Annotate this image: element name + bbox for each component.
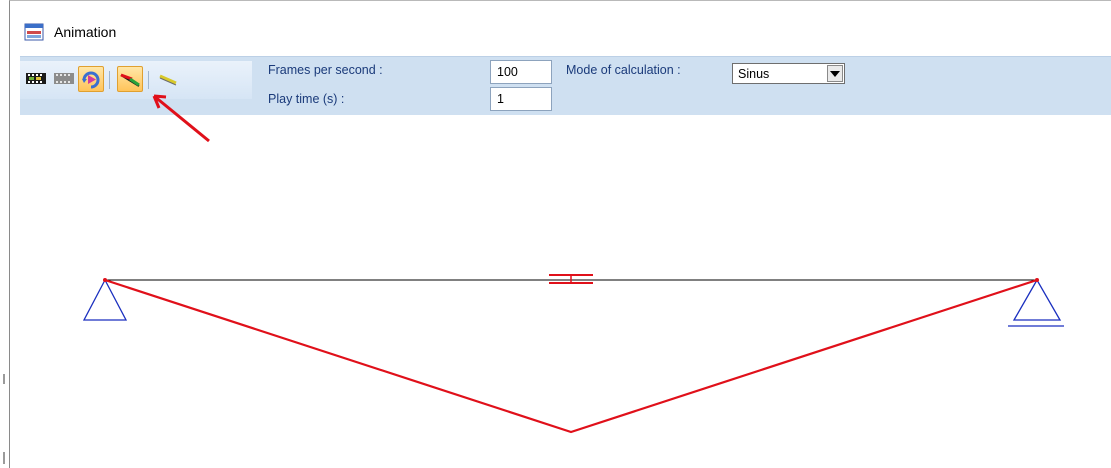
pinned-support-left (82, 278, 128, 321)
deformed-shape (104, 278, 1038, 434)
node-right (1035, 278, 1039, 282)
annotation-arrow (152, 94, 210, 143)
node-left (103, 278, 107, 282)
midspan-hinge-marker (549, 274, 593, 284)
structure-drawing (82, 94, 1064, 434)
